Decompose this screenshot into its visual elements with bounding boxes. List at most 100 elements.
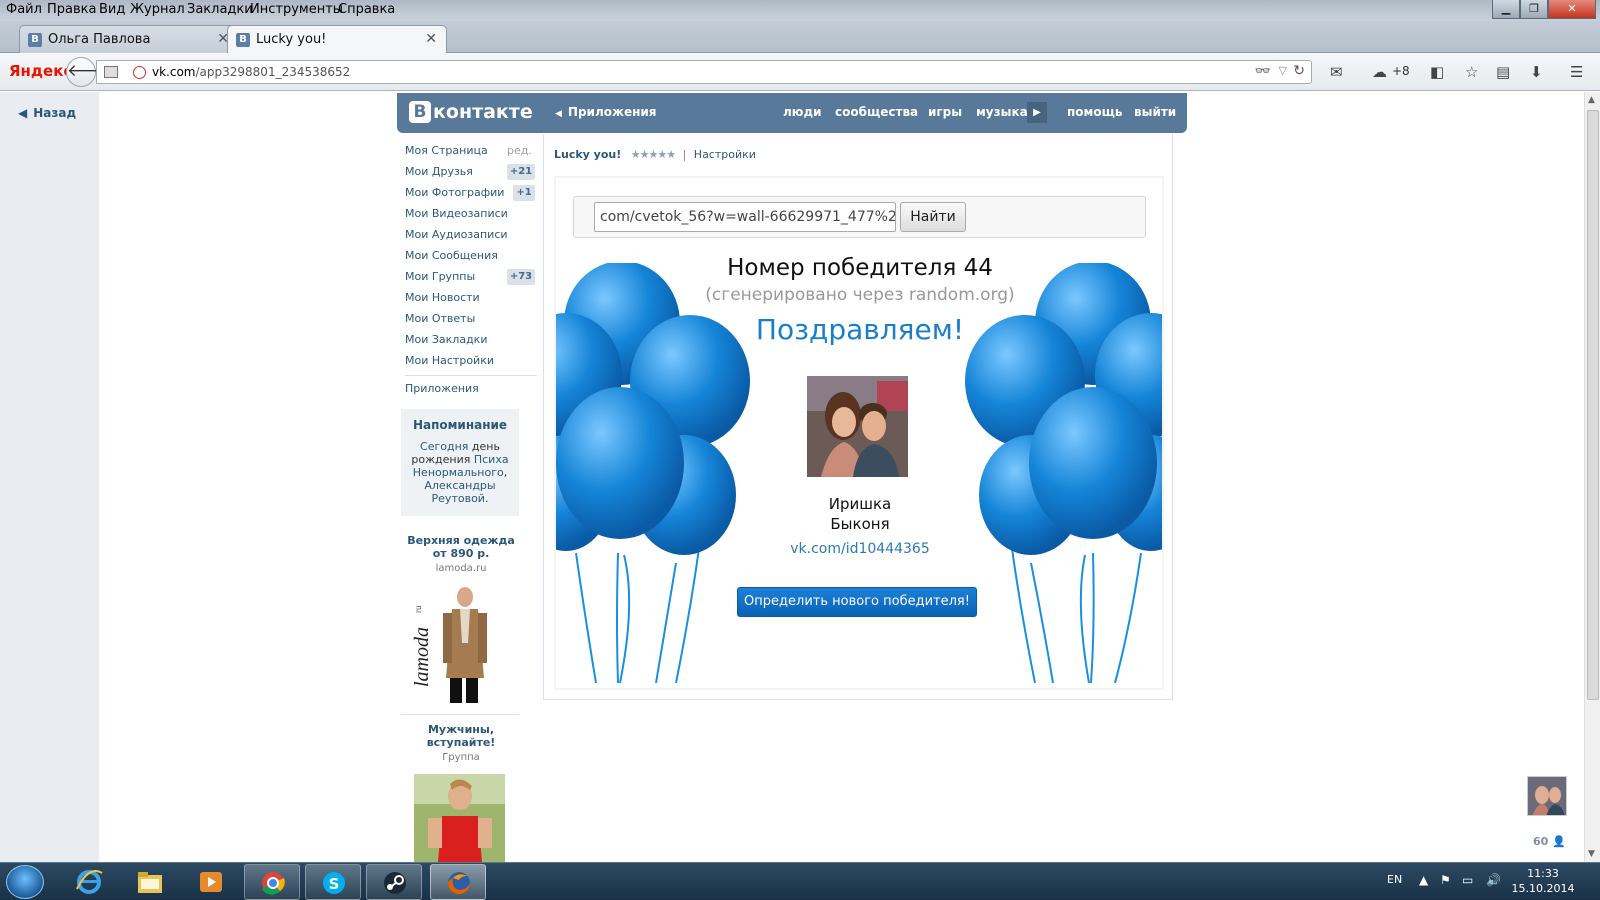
reload-icon[interactable]: ↻ xyxy=(1293,63,1305,79)
ad-image-runner[interactable] xyxy=(414,774,505,862)
nav-music[interactable]: музыка xyxy=(976,105,1028,119)
vk-logo-letter: В xyxy=(409,101,431,123)
today-link[interactable]: Сегодня xyxy=(420,440,468,453)
menu-history[interactable]: Журнал xyxy=(130,2,185,17)
taskbar-skype-icon[interactable]: S xyxy=(305,864,361,900)
groups-counter-badge[interactable]: +73 xyxy=(507,269,535,285)
winner-profile-link[interactable]: vk.com/id10444365 xyxy=(760,541,960,557)
close-window-icon[interactable]: ✕ xyxy=(1548,0,1596,19)
glasses-icon[interactable]: 👓 xyxy=(1255,64,1271,79)
scroll-up-icon[interactable]: ▲ xyxy=(1588,95,1595,105)
maximize-icon[interactable]: ❐ xyxy=(1520,0,1548,19)
ad-image-coat[interactable]: lamoda ru xyxy=(410,583,506,705)
scrollbar-thumb[interactable] xyxy=(1587,110,1599,700)
lamoda-brand-suffix: ru xyxy=(413,605,423,613)
taskbar-media-player-icon[interactable] xyxy=(183,864,239,900)
url-text[interactable]: vk.com/app3298801_234538652 xyxy=(152,65,350,79)
weather-temperature[interactable]: +8 xyxy=(1392,64,1410,78)
windows-start-icon[interactable] xyxy=(6,865,44,899)
vk-logo[interactable]: Вконтакте xyxy=(409,101,533,125)
chat-friend-avatar[interactable] xyxy=(1527,776,1567,816)
ad-title[interactable]: Мужчины, вступайте! xyxy=(403,723,519,749)
yandex-logo[interactable]: Яндекс xyxy=(9,62,72,80)
menu-view[interactable]: Вид xyxy=(99,2,125,17)
tray-expand-icon[interactable]: ▲ xyxy=(1419,873,1428,887)
nav-games[interactable]: игры xyxy=(928,105,962,119)
nav-logout[interactable]: выйти xyxy=(1134,105,1176,119)
menu-file[interactable]: Файл xyxy=(6,2,42,17)
tab-lucky-you[interactable]: В Lucky you! ✕ xyxy=(227,25,447,53)
friends-counter-badge[interactable]: +21 xyxy=(507,164,535,180)
system-clock[interactable]: 11:33 15.10.2014 xyxy=(1508,866,1578,896)
yandex-bar-icon[interactable]: ◧ xyxy=(1430,63,1444,81)
chevron-down-icon[interactable]: ▽ xyxy=(1279,64,1287,77)
scroll-down-icon[interactable]: ▼ xyxy=(1588,849,1595,859)
post-url-input[interactable]: com/cvetok_56?w=wall-66629971_477%2Fall xyxy=(594,202,896,232)
photos-counter-badge[interactable]: +1 xyxy=(513,185,535,201)
taskbar-steam-icon[interactable] xyxy=(366,864,422,900)
nav-help[interactable]: помощь xyxy=(1067,105,1122,119)
clipboard-icon[interactable]: ▤ xyxy=(1496,63,1510,81)
winner-name: Иришка Быконя xyxy=(760,494,960,534)
window-controls: ▁ ❐ ✕ xyxy=(1492,0,1596,20)
weather-cloud-icon[interactable]: ☁ xyxy=(1372,63,1387,81)
ad-domain[interactable]: lamoda.ru xyxy=(403,563,519,574)
address-bar[interactable]: vk.com/app3298801_234538652 👓 ▽ ↻ xyxy=(96,60,1312,84)
app-name[interactable]: Lucky you! xyxy=(554,148,621,161)
menu-help[interactable]: Справка xyxy=(338,2,395,17)
menu-tools[interactable]: Инструменты xyxy=(250,2,343,17)
download-icon[interactable]: ⬇ xyxy=(1530,63,1543,81)
reminder-body: Сегодня день рождения Психа Ненормальног… xyxy=(409,440,511,505)
menu-my-answers[interactable]: Мои Ответы xyxy=(405,312,475,325)
menu-my-photos[interactable]: Мои Фотографии xyxy=(405,186,504,199)
back-link[interactable]: ◀ Назад xyxy=(18,106,76,120)
nav-people[interactable]: люди xyxy=(783,105,822,119)
menu-my-messages[interactable]: Мои Сообщения xyxy=(405,249,498,262)
breadcrumb-apps[interactable]: ◀ Приложения xyxy=(555,105,656,119)
tab-close-icon[interactable]: ✕ xyxy=(425,31,437,47)
menu-my-groups[interactable]: Мои Группы xyxy=(405,270,475,283)
menu-my-settings[interactable]: Мои Настройки xyxy=(405,354,494,367)
left-back-strip[interactable]: ◀ Назад xyxy=(0,92,99,862)
keyboard-language[interactable]: EN xyxy=(1387,873,1402,886)
site-identity-icon[interactable] xyxy=(133,66,146,79)
lamoda-brand-text: lamoda xyxy=(411,627,433,687)
tab-olga-pavlova[interactable]: В Ольга Павлова ✕ xyxy=(19,25,239,53)
play-icon[interactable]: ▶ xyxy=(1027,102,1047,123)
nav-communities[interactable]: сообщества xyxy=(835,105,918,119)
site-list-icon[interactable] xyxy=(104,66,118,78)
menu-my-friends[interactable]: Мои Друзья xyxy=(405,165,473,178)
online-friends-count[interactable]: 60 👤 xyxy=(1533,835,1566,848)
taskbar-firefox-icon[interactable] xyxy=(430,864,486,900)
vk-favicon-icon: В xyxy=(28,33,42,47)
find-button[interactable]: Найти xyxy=(900,202,966,232)
winner-avatar[interactable] xyxy=(807,376,908,477)
ad-title[interactable]: Верхняя одежда от 890 р. xyxy=(403,534,519,560)
network-icon[interactable]: ▭ xyxy=(1462,873,1473,887)
pick-new-winner-button[interactable]: Определить нового победителя! xyxy=(737,587,977,617)
page-scrollbar[interactable]: ▲ ▼ xyxy=(1584,92,1600,862)
menu-my-page[interactable]: Моя Страница xyxy=(405,144,488,157)
minimize-icon[interactable]: ▁ xyxy=(1492,0,1520,19)
menu-my-news[interactable]: Мои Новости xyxy=(405,291,480,304)
reminder-birthday-text: рождения xyxy=(411,453,471,466)
taskbar-chrome-icon[interactable] xyxy=(244,864,300,900)
bookmark-star-icon[interactable]: ☆ xyxy=(1465,63,1478,81)
edit-menu-link[interactable]: ред. xyxy=(507,144,532,157)
action-center-flag-icon[interactable]: ⚑ xyxy=(1440,873,1451,887)
menu-edit[interactable]: Правка xyxy=(47,2,96,17)
menu-my-videos[interactable]: Мои Видеозаписи xyxy=(405,207,508,220)
taskbar-explorer-icon[interactable] xyxy=(122,864,178,900)
menu-bookmarks[interactable]: Закладки xyxy=(187,2,253,17)
volume-icon[interactable]: 🔊 xyxy=(1486,873,1501,887)
menu-applications[interactable]: Приложения xyxy=(405,382,479,395)
menu-my-bookmarks[interactable]: Мои Закладки xyxy=(405,333,487,346)
online-count-number: 60 xyxy=(1533,835,1549,848)
back-arrow-icon[interactable]: 🡐 xyxy=(66,57,113,87)
rating-stars-icon: ★★★★★ xyxy=(630,148,676,161)
hamburger-menu-icon[interactable]: ☰ xyxy=(1570,63,1583,81)
taskbar-ie-icon[interactable] xyxy=(61,864,117,900)
mail-icon[interactable]: ✉ xyxy=(1330,63,1343,81)
menu-my-audio[interactable]: Мои Аудиозаписи xyxy=(405,228,508,241)
app-settings-link[interactable]: Настройки xyxy=(694,148,756,161)
